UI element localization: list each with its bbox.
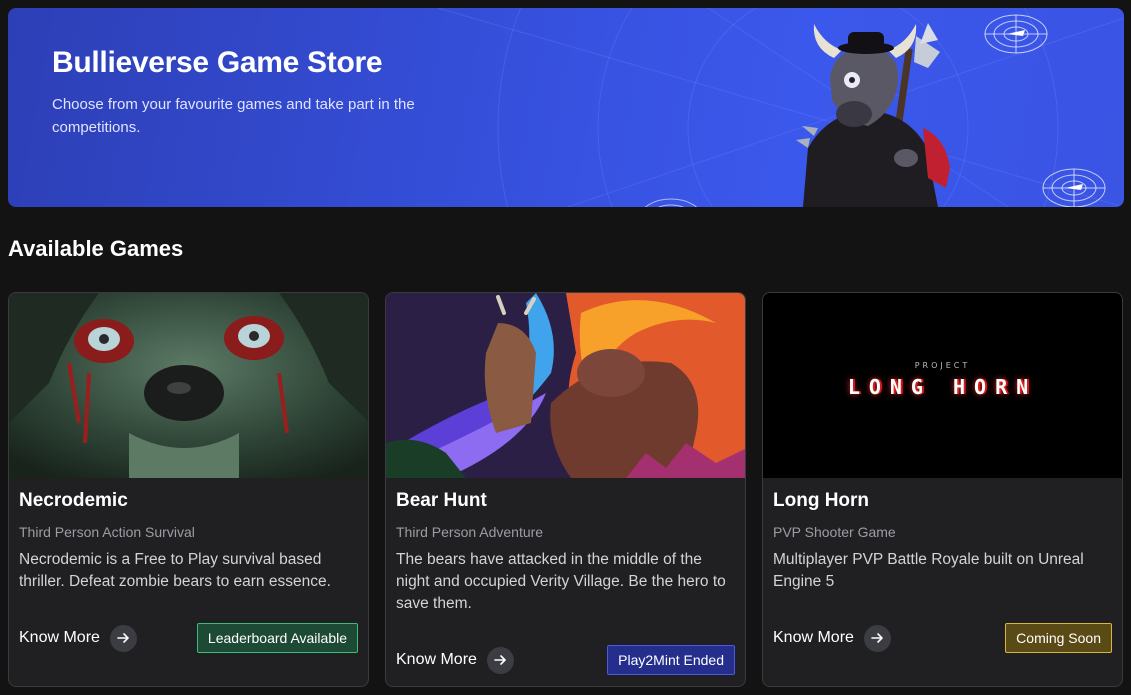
game-title: Long Horn: [773, 490, 870, 511]
cover-title-text: LONG HORN: [847, 375, 1038, 399]
game-card-necrodemic[interactable]: Necrodemic Third Person Action Survival …: [8, 292, 369, 687]
radar-icon: [984, 14, 1048, 54]
know-more-label: Know More: [19, 629, 100, 646]
know-more-button[interactable]: Know More: [773, 624, 891, 652]
game-genre: Third Person Action Survival: [19, 524, 195, 540]
cover-small-text: PROJECT: [914, 361, 971, 370]
know-more-label: Know More: [773, 629, 854, 646]
game-title: Necrodemic: [19, 490, 128, 511]
hero-banner: Bullieverse Game Store Choose from your …: [8, 8, 1124, 207]
game-description: The bears have attacked in the middle of…: [396, 551, 726, 612]
arrow-right-icon[interactable]: [863, 624, 891, 652]
game-cover-image: [9, 293, 368, 478]
game-card-long-horn[interactable]: PROJECT LONG HORN Long Horn PVP Shooter …: [762, 292, 1123, 687]
section-title: Available Games: [8, 236, 184, 261]
game-cover-image: [386, 293, 745, 478]
game-description: Necrodemic is a Free to Play survival ba…: [19, 551, 331, 590]
radar-icon: [1042, 168, 1106, 207]
status-badge: Play2Mint Ended: [607, 645, 735, 675]
page-title: Bullieverse Game Store: [52, 46, 383, 79]
know-more-label: Know More: [396, 651, 477, 668]
hero-subtitle: Choose from your favourite games and tak…: [52, 96, 415, 136]
game-genre: PVP Shooter Game: [773, 524, 896, 540]
know-more-button[interactable]: Know More: [19, 624, 137, 652]
arrow-right-icon[interactable]: [109, 624, 137, 652]
game-cover-image: PROJECT LONG HORN: [763, 293, 1122, 478]
game-title: Bear Hunt: [396, 490, 487, 511]
status-badge: Coming Soon: [1005, 623, 1112, 653]
card-footer: Know More Coming Soon: [763, 623, 1122, 653]
arrow-right-icon[interactable]: [486, 646, 514, 674]
radar-icon: [644, 198, 698, 207]
game-genre: Third Person Adventure: [396, 524, 544, 540]
game-description: Multiplayer PVP Battle Royale built on U…: [773, 551, 1084, 590]
status-badge: Leaderboard Available: [196, 623, 358, 653]
bull-character-image: [796, 23, 950, 207]
card-footer: Know More Leaderboard Available: [9, 623, 368, 653]
game-card-bear-hunt[interactable]: Bear Hunt Third Person Adventure The bea…: [385, 292, 746, 687]
card-footer: Know More Play2Mint Ended: [386, 645, 745, 675]
know-more-button[interactable]: Know More: [396, 646, 514, 674]
